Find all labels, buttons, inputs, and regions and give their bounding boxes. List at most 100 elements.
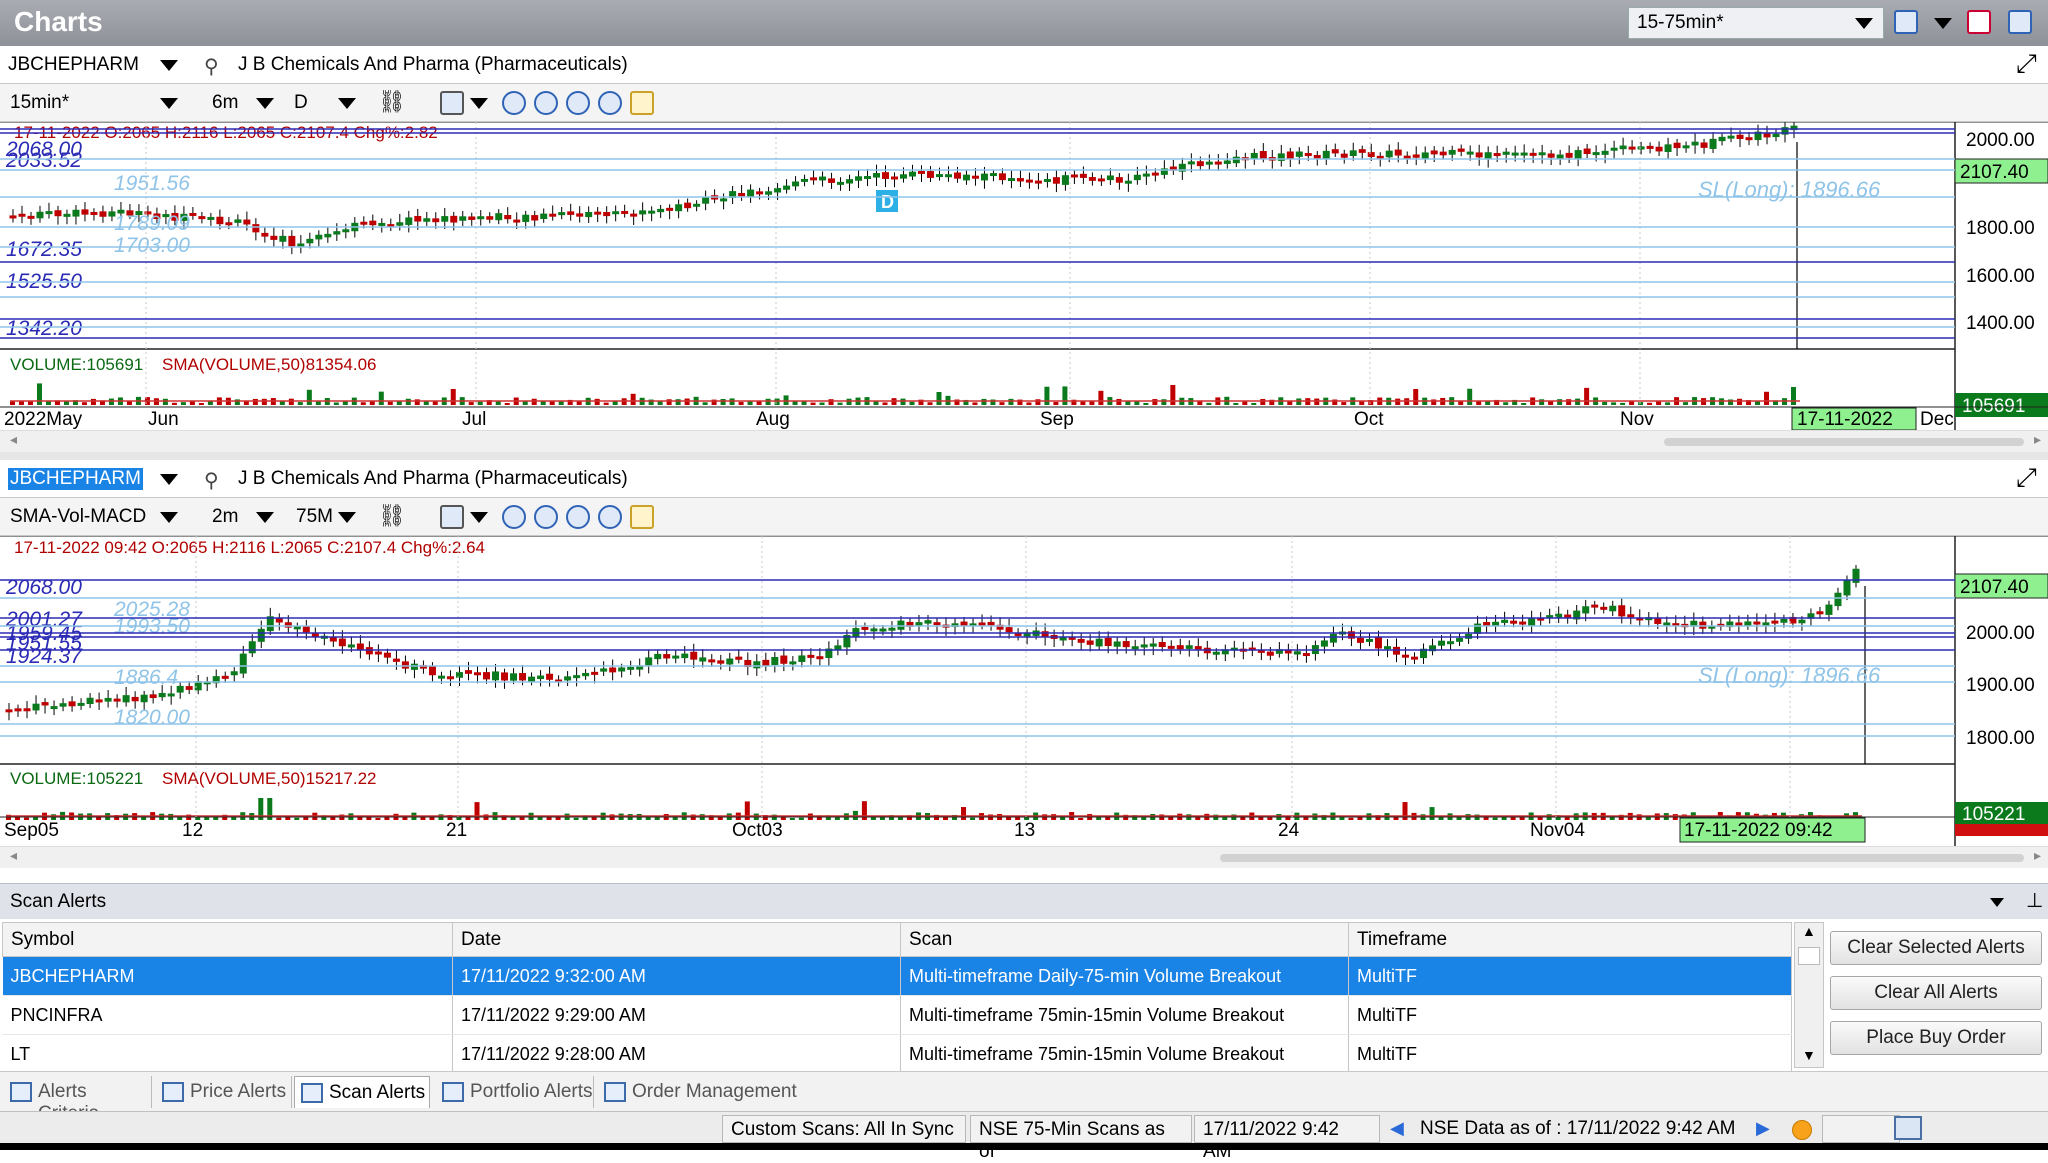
chevron-down-icon[interactable] [1934,18,1952,29]
zoom-fit-icon[interactable] [566,91,590,115]
bottom-chart-scrollbar[interactable]: ◂ ▸ [0,846,2048,868]
chevron-down-icon[interactable] [1990,898,2004,907]
scroll-left-icon[interactable]: ◂ [10,847,17,864]
column-header-scan[interactable]: Scan [900,922,1349,957]
scroll-left-icon[interactable]: ◂ [10,431,17,448]
nse-scans-time: 17/11/2022 9:42 AM [1194,1115,1380,1162]
candle [27,215,35,219]
zoom-in-icon[interactable] [502,505,526,529]
zoom-out-icon[interactable] [534,91,558,115]
expand-icon[interactable]: ⤢ [2016,48,2037,80]
candle [1356,637,1364,643]
bottom-chart-canvas[interactable]: 17-11-2022 09:42 O:2065 H:2116 L:2065 C:… [0,535,2048,846]
column-header-date[interactable]: Date [452,922,901,957]
zoom-in-icon[interactable] [502,91,526,115]
candle [1176,645,1184,650]
table-row[interactable]: LT 17/11/2022 9:28:00 AM Multi-timeframe… [2,1034,1792,1074]
scroll-up-icon[interactable]: ▲ [1802,923,1816,939]
chevron-down-icon[interactable] [470,98,488,109]
chart-type-icon[interactable] [440,505,464,529]
column-header-symbol[interactable]: Symbol [2,922,453,957]
candle [1358,149,1366,153]
scroll-thumb[interactable] [1220,854,2024,862]
unlink-icon[interactable]: ⛓ [378,503,406,529]
zoom-out-icon[interactable] [534,505,558,529]
top-chart-scrollbar[interactable]: ◂ ▸ [0,430,2048,452]
bottom-template-select[interactable]: SMA-Vol-MACD [10,506,146,528]
tab-alerts-criteria[interactable]: Alerts Criteria [4,1076,152,1124]
candle [1115,177,1123,183]
top-range-select[interactable]: 6m [212,92,238,114]
top-period-select[interactable]: D [294,92,308,114]
date-tick: 13 [1014,820,1035,841]
top-chart-canvas[interactable]: 17-11-2022 O:2065 H:2116 L:2065 C:2107.4… [0,119,2048,431]
top-symbol-select[interactable]: JBCHEPHARM [8,54,139,76]
scroll-thumb[interactable] [1798,947,1820,965]
top-interval-select[interactable]: 15min* [10,92,69,114]
unlink-icon[interactable]: ⛓ [378,89,406,115]
chevron-down-icon[interactable] [338,512,356,523]
bottom-period-select[interactable]: 75M [296,506,333,528]
top-chart[interactable]: 17-11-2022 O:2065 H:2116 L:2065 C:2107.4… [0,119,2048,431]
layout-select[interactable]: 15-75min* [1628,7,1884,39]
bottom-chart[interactable]: 17-11-2022 09:42 O:2065 H:2116 L:2065 C:… [0,535,2048,846]
fullscreen-icon[interactable] [1967,10,1991,34]
chevron-down-icon[interactable] [160,98,178,109]
candle [980,173,988,181]
candle [41,702,49,706]
chevron-down-icon[interactable] [470,512,488,523]
search-icon[interactable]: ⚲ [204,54,219,79]
alerts-vertical-scrollbar[interactable]: ▲ ▼ [1794,922,1824,1068]
tab-order-management[interactable]: Order Management [598,1076,798,1108]
zoom-reset-icon[interactable] [598,91,622,115]
candle [1600,606,1608,610]
candle [933,622,941,626]
zoom-fit-icon[interactable] [566,505,590,529]
chevron-down-icon[interactable] [160,512,178,523]
candle [492,671,500,681]
clear-all-alerts-button[interactable]: Clear All Alerts [1830,976,2042,1010]
expand-icon[interactable]: ⤢ [2016,462,2037,494]
candle [1510,620,1518,624]
chevron-down-icon[interactable] [256,512,274,523]
pin-icon[interactable]: ⊥ [2026,888,2043,913]
chevron-down-icon[interactable] [1855,18,1873,29]
scroll-right-icon[interactable]: ▸ [2034,431,2041,448]
volume-bar [1359,401,1365,405]
tab-portfolio-alerts[interactable]: Portfolio Alerts [436,1076,594,1108]
bottom-range-select[interactable]: 2m [212,506,238,528]
table-row[interactable]: PNCINFRA 17/11/2022 9:29:00 AM Multi-tim… [2,995,1792,1035]
pane-divider[interactable] [0,452,2048,460]
settings-icon[interactable] [630,91,654,115]
previous-icon[interactable]: ◀ [1390,1118,1404,1139]
tab-price-alerts[interactable]: Price Alerts [156,1076,292,1108]
clear-selected-alerts-button[interactable]: Clear Selected Alerts [1830,931,2042,965]
volume-bar [798,817,804,820]
next-icon[interactable]: ▶ [1756,1118,1770,1139]
settings-icon[interactable] [630,505,654,529]
zoom-reset-icon[interactable] [598,505,622,529]
chart-type-icon[interactable] [440,91,464,115]
candle [1843,579,1851,596]
candle [1124,180,1132,184]
chevron-down-icon[interactable] [338,98,356,109]
table-row[interactable]: JBCHEPHARM 17/11/2022 9:32:00 AM Multi-t… [2,956,1792,996]
column-header-timeframe[interactable]: Timeframe [1348,922,1792,957]
candle [953,172,961,179]
candle [1106,175,1114,181]
layout-icon[interactable] [1894,10,1918,34]
place-buy-order-button[interactable]: Place Buy Order [1830,1021,2042,1055]
scroll-thumb[interactable] [1664,438,2024,446]
search-icon[interactable]: ⚲ [204,468,219,493]
scroll-right-icon[interactable]: ▸ [2034,847,2041,864]
candle [189,212,197,216]
chevron-down-icon[interactable] [160,474,178,485]
chevron-down-icon[interactable] [256,98,274,109]
tab-scan-alerts[interactable]: Scan Alerts [294,1076,430,1108]
volume-bar [702,402,708,405]
scroll-down-icon[interactable]: ▼ [1802,1047,1816,1063]
popout-icon[interactable] [2008,10,2032,34]
candle [1059,637,1067,641]
chevron-down-icon[interactable] [160,60,178,71]
bottom-symbol-select[interactable]: JBCHEPHARM [8,468,143,490]
